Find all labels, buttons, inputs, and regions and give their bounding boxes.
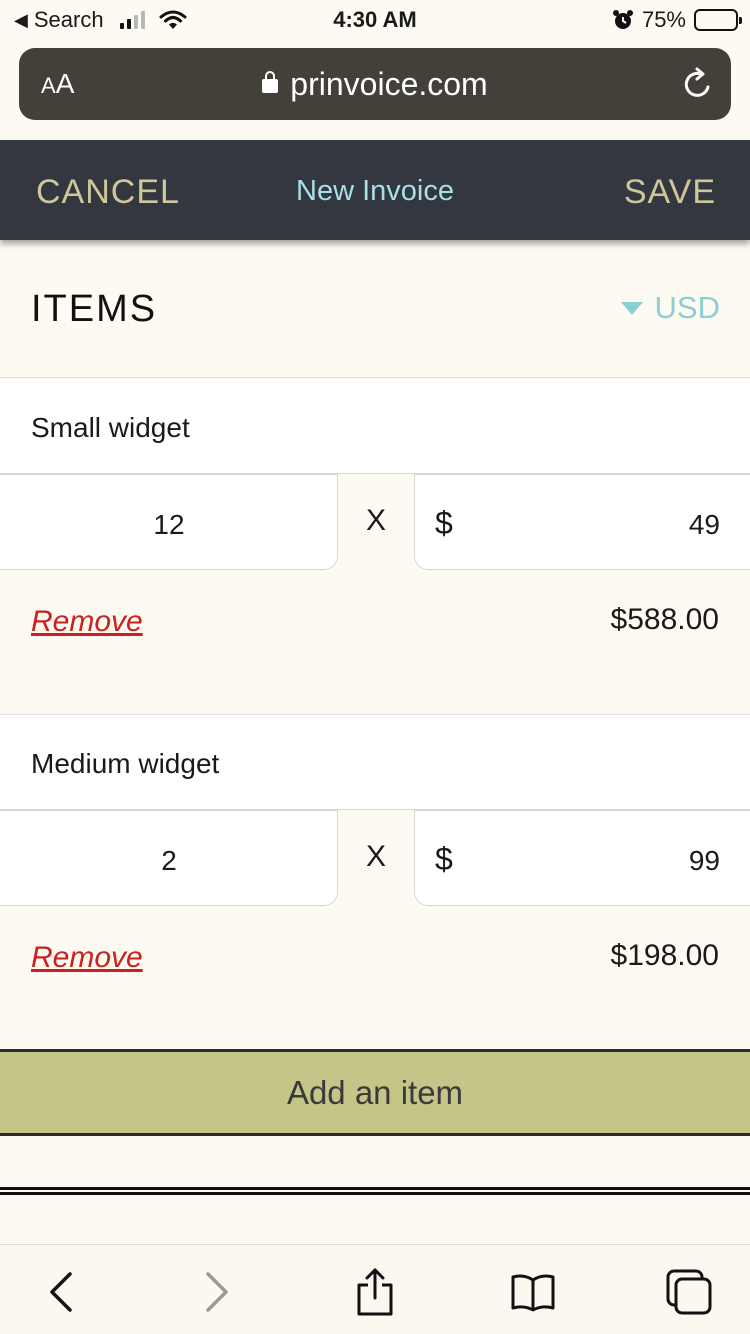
status-right: 75% [612,7,742,33]
address-bar[interactable]: AA prinvoice.com [19,48,731,120]
item-line-total: $588.00 [610,603,719,636]
currency-value: USD [654,290,720,325]
price-field[interactable]: $ 49 [414,474,750,570]
lock-icon [262,71,279,93]
item-line-total: $198.00 [610,939,719,972]
browser-toolbar [0,1244,750,1334]
currency-symbol: $ [435,505,453,541]
tabs-icon[interactable] [664,1267,714,1317]
forward-icon[interactable] [192,1267,242,1317]
quantity-field[interactable]: 12 [0,474,338,570]
reload-icon[interactable] [681,66,715,102]
app-header: CANCEL New Invoice SAVE [0,140,750,240]
invoice-item: Medium widget 2 X $ 99 Remove $198.00 [0,715,750,1051]
item-name-field[interactable]: Small widget [0,379,750,474]
dropdown-triangle-icon [620,301,643,315]
item-name: Small widget [31,412,190,443]
remove-item-link[interactable]: Remove [31,941,143,975]
battery-icon [694,9,742,31]
items-section-header: ITEMS USD [0,242,750,378]
quantity-value: 12 [153,509,185,540]
url-display[interactable]: prinvoice.com [19,66,731,103]
quantity-field[interactable]: 2 [0,810,338,906]
items-title: ITEMS [31,288,158,330]
price-value: 99 [688,845,720,876]
add-item-button[interactable]: Add an item [0,1049,750,1136]
quantity-value: 2 [161,845,177,876]
invoice-item: Small widget 12 X $ 49 Remove $588.00 [0,379,750,715]
back-icon[interactable] [36,1267,86,1317]
save-button[interactable]: SAVE [624,173,716,212]
currency-symbol: $ [435,841,453,877]
times-symbol: X [365,504,386,537]
battery-percent: 75% [641,7,686,32]
alarm-icon [612,10,633,29]
url-text: prinvoice.com [290,66,488,102]
price-field[interactable]: $ 99 [414,810,750,906]
double-divider [0,1187,750,1195]
price-value: 49 [688,509,720,540]
currency-selector[interactable]: USD [620,290,720,326]
bookmarks-icon[interactable] [508,1267,558,1317]
status-bar: ◀ Search 4:30 AM 75% [0,0,750,42]
times-symbol: X [365,840,386,873]
cancel-button[interactable]: CANCEL [36,173,180,212]
share-icon[interactable] [350,1267,400,1317]
remove-item-link[interactable]: Remove [31,605,143,639]
item-name-field[interactable]: Medium widget [0,715,750,810]
item-name: Medium widget [31,748,220,779]
